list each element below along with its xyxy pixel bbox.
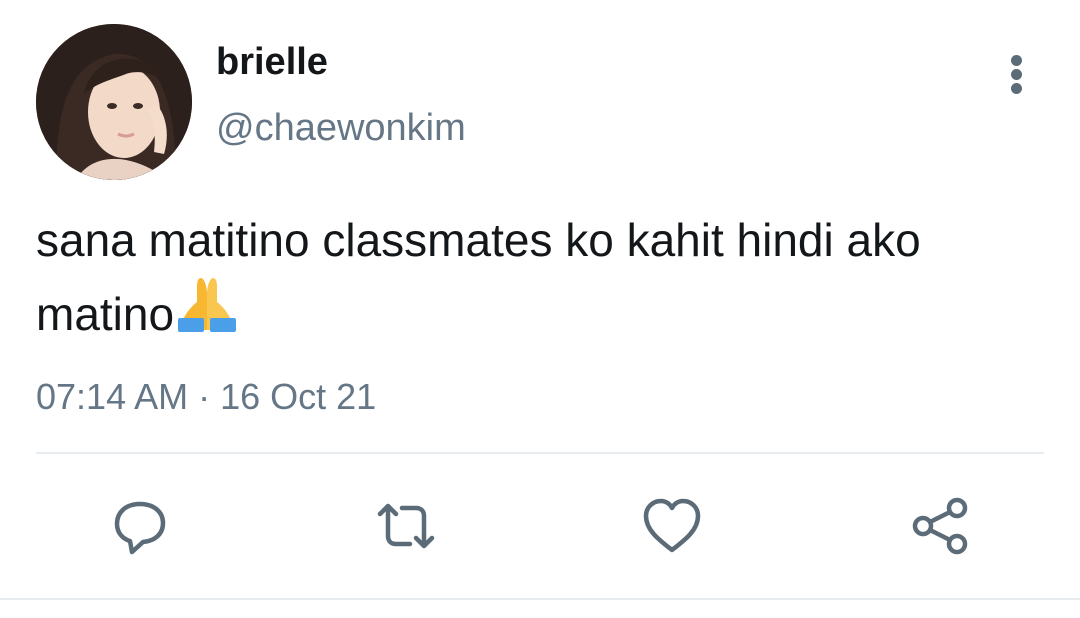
- tweet-time: 07:14 AM: [36, 376, 189, 417]
- more-options-button[interactable]: [996, 52, 1038, 96]
- bottom-divider: [0, 598, 1080, 600]
- tweet-card: brielle @chaewonkim sana matitino classm…: [0, 0, 1080, 618]
- reply-button[interactable]: [108, 494, 172, 558]
- retweet-button[interactable]: [374, 494, 438, 558]
- user-handle[interactable]: @chaewonkim: [216, 106, 466, 150]
- tweet-text: sana matitino classmates ko kahit hindi …: [36, 208, 1036, 350]
- display-name[interactable]: brielle: [216, 40, 328, 84]
- divider: [36, 452, 1044, 454]
- share-icon: [912, 497, 968, 555]
- retweet-icon: [377, 503, 435, 549]
- folded-hands-icon: [176, 272, 238, 350]
- like-button[interactable]: [640, 494, 704, 558]
- tweet-body: sana matitino classmates ko kahit hindi …: [36, 214, 921, 340]
- tweet-timestamp: 07:14 AM · 16 Oct 21: [36, 376, 376, 418]
- share-button[interactable]: [908, 494, 972, 558]
- reply-icon: [114, 501, 166, 555]
- like-icon: [643, 498, 701, 553]
- timestamp-separator: ·: [188, 376, 221, 417]
- avatar[interactable]: [36, 24, 192, 180]
- tweet-date: 16 Oct 21: [220, 376, 377, 417]
